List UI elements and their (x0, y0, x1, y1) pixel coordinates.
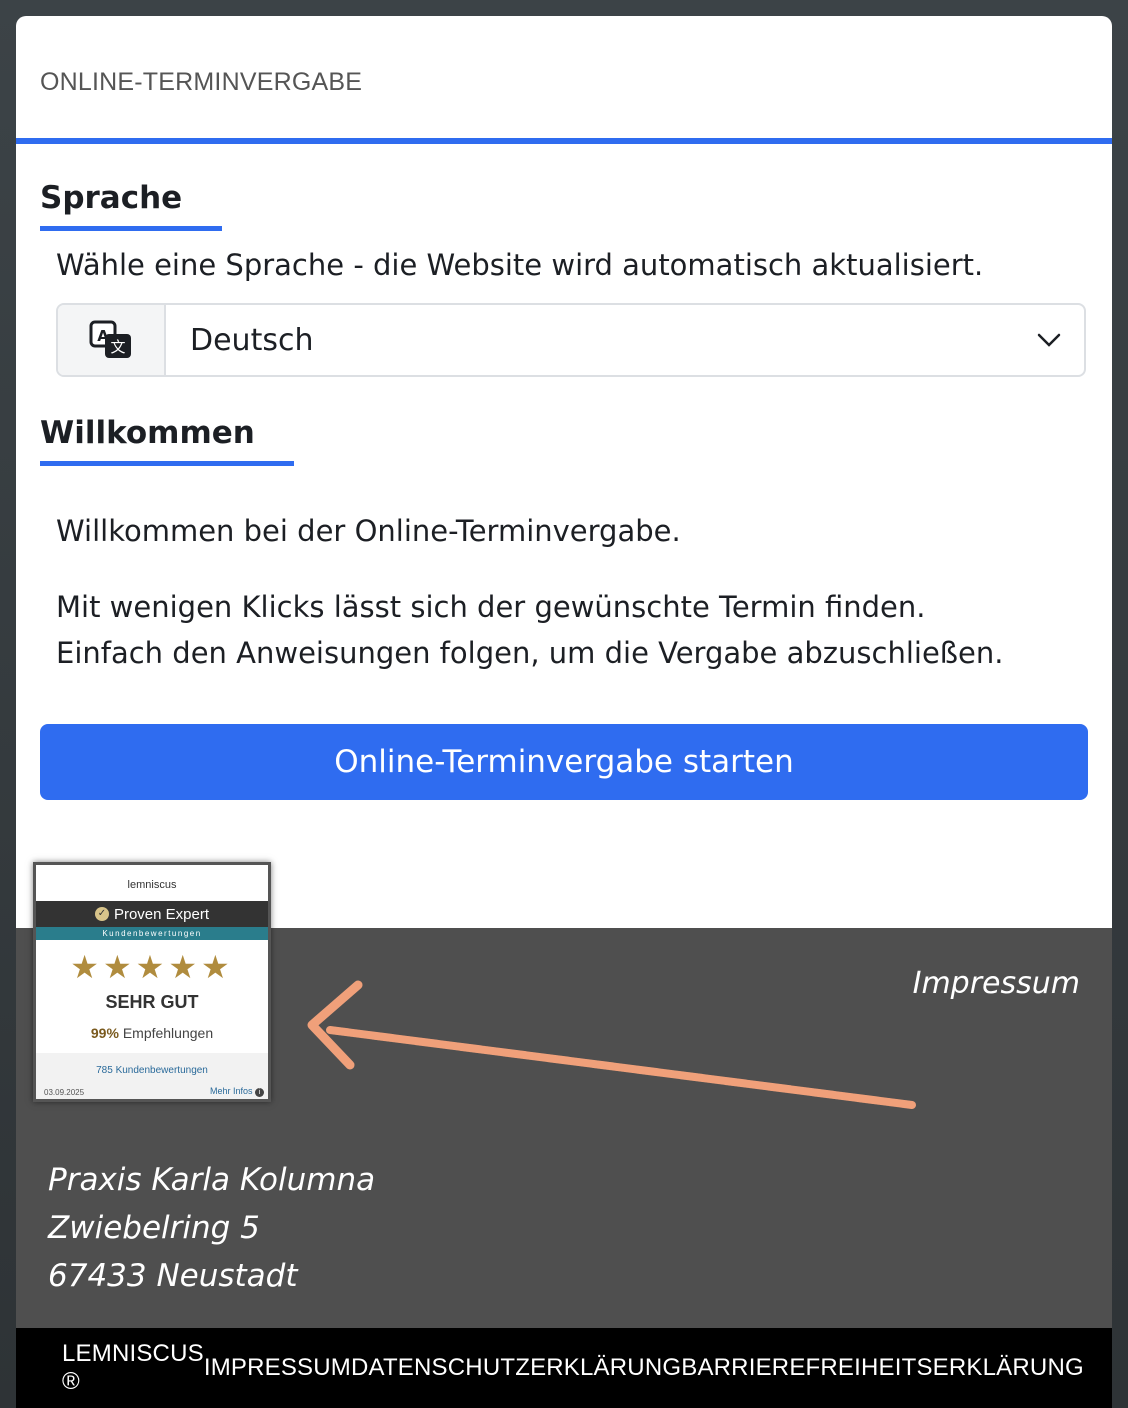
badge-company: lemniscus (127, 879, 177, 891)
arrow-icon (307, 980, 916, 1109)
welcome-text-line1: Willkommen bei der Online-Terminvergabe. (56, 514, 681, 548)
address-street: Zwiebelring 5 (48, 1210, 260, 1246)
badge-more-info[interactable]: Mehr Infos i (210, 1086, 264, 1097)
badge-subtitle: Kundenbewertungen (36, 927, 268, 940)
main-card: ONLINE-TERMINVERGABE Sprache Wähle eine … (16, 16, 1112, 1408)
translate-icon: A 文 (58, 305, 166, 375)
welcome-heading: Willkommen (40, 415, 255, 451)
badge-rating: SEHR GUT (105, 992, 199, 1012)
language-heading: Sprache (40, 180, 183, 216)
bottom-nav: LEMNISCUS ® IMPRESSUM DATENSCHUTZERKLÄRU… (16, 1328, 1112, 1408)
badge-recommendations: 99% Empfehlungen (36, 1025, 268, 1041)
language-heading-underline (40, 226, 222, 231)
accessibility-link[interactable]: BARRIEREFREIHEITSERKLÄRUNG (681, 1354, 1084, 1382)
impressum-link[interactable]: Impressum (913, 966, 1080, 1001)
info-icon: i (255, 1088, 264, 1097)
star-rating-icon: ★★★★★ (70, 949, 234, 985)
badge-recommend-label: Empfehlungen (122, 1025, 214, 1041)
badge-date: 03.09.2025 (44, 1088, 85, 1097)
badge-bottom: 785 Kundenbewertungen 03.09.2025 Mehr In… (36, 1053, 268, 1099)
svg-text:文: 文 (110, 338, 125, 356)
header: ONLINE-TERMINVERGABE (16, 16, 1112, 144)
practice-address: Praxis Karla Kolumna Zwiebelring 5 67433… (48, 1156, 375, 1300)
privacy-link[interactable]: DATENSCHUTZERKLÄRUNG (351, 1354, 681, 1382)
welcome-text-line3: Einfach den Anweisungen folgen, um die V… (56, 636, 1004, 670)
page-title: ONLINE-TERMINVERGABE (40, 68, 363, 96)
language-selected-value: Deutsch (190, 322, 314, 358)
language-select[interactable]: A 文 Deutsch (56, 303, 1086, 377)
proven-expert-badge[interactable]: lemniscus ✓ Proven Expert Kundenbewertun… (33, 862, 271, 1102)
start-booking-button[interactable]: Online-Terminvergabe starten (40, 724, 1088, 800)
address-city: 67433 Neustadt (48, 1258, 298, 1294)
check-icon: ✓ (94, 907, 109, 921)
badge-reviews: 785 Kundenbewertungen (96, 1065, 208, 1076)
language-description: Wähle eine Sprache - die Website wird au… (56, 248, 984, 282)
address-name: Praxis Karla Kolumna (48, 1162, 376, 1198)
badge-brand-label: Proven Expert (113, 905, 210, 923)
impressum-bottom-link[interactable]: IMPRESSUM (204, 1354, 351, 1382)
chevron-down-icon (1014, 333, 1084, 347)
badge-recommend-pct: 99% (90, 1025, 119, 1041)
welcome-text-line2: Mit wenigen Klicks lässt sich der gewüns… (56, 590, 926, 624)
lemniscus-link[interactable]: LEMNISCUS ® (62, 1340, 204, 1396)
badge-brand: ✓ Proven Expert (36, 901, 268, 927)
welcome-heading-underline (40, 461, 294, 466)
badge-more-label: Mehr Infos (209, 1086, 253, 1096)
